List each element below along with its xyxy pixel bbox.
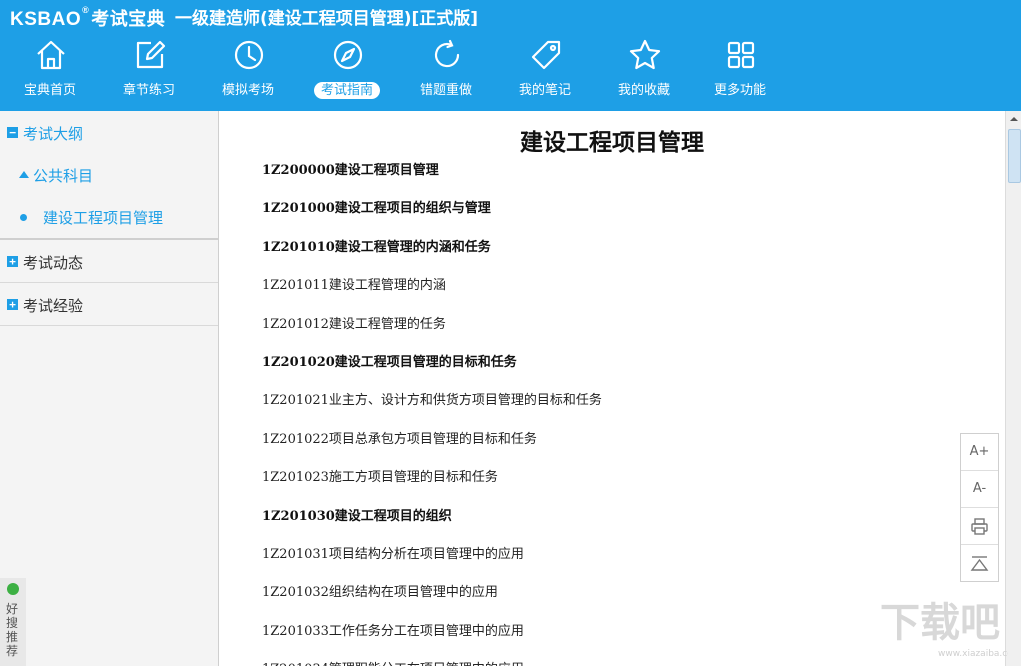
compass-icon xyxy=(333,40,363,70)
document-line: 1Z201030建设工程项目的组织 xyxy=(262,508,452,524)
title-bar: KSBAO® 考试宝典 一级建造师(建设工程项目管理)[正式版] xyxy=(0,0,1021,32)
printer-icon xyxy=(971,518,988,535)
haosou-recommend-widget[interactable]: 好搜推荐 xyxy=(0,578,26,666)
document-line: 1Z201012建设工程管理的任务 xyxy=(262,316,446,332)
sidebar-group-label: 公共科目 xyxy=(33,167,94,185)
home-icon xyxy=(37,40,65,70)
document-line: 1Z201021业主方、设计方和供货方项目管理的目标和任务 xyxy=(262,393,602,409)
document-line: 1Z201032组织结构在项目管理中的应用 xyxy=(262,585,498,601)
expand-icon[interactable]: + xyxy=(7,256,18,267)
app-header: KSBAO® 考试宝典 一级建造师(建设工程项目管理)[正式版] 宝典首页 章节练… xyxy=(0,0,1021,111)
nav-chapter-practice[interactable]: 章节练习 xyxy=(104,34,194,106)
brand-cn: 考试宝典 xyxy=(91,9,166,29)
registered-mark: ® xyxy=(82,5,90,15)
haosou-logo-icon xyxy=(7,583,19,595)
nav-mock-exam-label: 模拟考场 xyxy=(221,83,274,98)
edit-icon xyxy=(136,40,166,69)
nav-redo-mistakes-label: 错题重做 xyxy=(419,83,472,98)
sidebar-section-label: 考试大纲 xyxy=(23,125,84,143)
grid-icon xyxy=(727,41,755,69)
nav-home-label: 宝典首页 xyxy=(23,83,76,98)
nav-my-favorites[interactable]: 我的收藏 xyxy=(599,34,689,106)
document-line: 1Z201034管理职能分工在项目管理中的应用 xyxy=(262,658,524,666)
document-line: 1Z200000建设工程项目管理 xyxy=(262,163,439,178)
sidebar-item-project-management[interactable]: 建设工程项目管理 xyxy=(0,205,218,229)
triangle-up-icon xyxy=(19,171,29,178)
xiazaiba-watermark: 下载吧 www.xiazaiba.com xyxy=(880,600,1008,658)
document-line: 1Z201031项目结构分析在项目管理中的应用 xyxy=(262,547,524,562)
sidebar-group-public[interactable]: 公共科目 xyxy=(0,163,218,187)
sidebar-section-experience[interactable]: + 考试经验 xyxy=(0,293,218,317)
watermark-url: www.xiazaiba.com xyxy=(938,649,1008,658)
sidebar-item-label: 建设工程项目管理 xyxy=(43,209,164,227)
tag-icon xyxy=(531,40,561,70)
haosou-recommend-label: 好搜推荐 xyxy=(6,602,19,658)
nav-my-notes[interactable]: 我的笔记 xyxy=(500,34,590,106)
nav-my-notes-label: 我的笔记 xyxy=(518,83,571,98)
brand-latin: KSBAO xyxy=(10,9,82,30)
reading-tools: A+ A- xyxy=(960,433,999,582)
sidebar-section-news[interactable]: + 考试动态 xyxy=(0,250,218,274)
document-title: 建设工程项目管理 xyxy=(520,130,704,156)
collapse-icon[interactable]: − xyxy=(7,127,18,138)
nav-home[interactable]: 宝典首页 xyxy=(5,34,95,106)
document-line: 1Z201000建设工程项目的组织与管理 xyxy=(262,201,491,217)
back-to-top-button[interactable] xyxy=(961,545,998,581)
document-line: 1Z201023施工方项目管理的目标和任务 xyxy=(262,470,498,486)
main-nav: 宝典首页 章节练习 模拟考场 考试指南 错题重做 我的笔记 我的收藏 更多功能 xyxy=(0,34,800,106)
app-title: 一级建造师(建设工程项目管理)[正式版] xyxy=(175,9,479,29)
document-pane: 建设工程项目管理 1Z200000建设工程项目管理 1Z201000建设工程项目的… xyxy=(219,111,1005,666)
vertical-scrollbar[interactable] xyxy=(1005,111,1021,666)
document-line: 1Z201022项目总承包方项目管理的目标和任务 xyxy=(262,431,537,447)
nav-more-features[interactable]: 更多功能 xyxy=(695,34,785,106)
scrollbar-thumb[interactable] xyxy=(1008,129,1021,183)
bullet-icon xyxy=(20,214,27,221)
divider xyxy=(0,325,218,326)
sidebar: − 考试大纲 公共科目 建设工程项目管理 + 考试动态 + 考试经验 xyxy=(0,111,219,666)
back-to-top-icon xyxy=(970,556,989,571)
print-button[interactable] xyxy=(961,508,998,545)
refresh-icon xyxy=(434,39,460,68)
scroll-up-arrow-icon[interactable] xyxy=(1008,113,1020,125)
expand-icon[interactable]: + xyxy=(7,299,18,310)
sidebar-section-label: 考试经验 xyxy=(23,297,84,315)
document-line: 1Z201033工作任务分工在项目管理中的应用 xyxy=(262,623,524,639)
clock-icon xyxy=(234,40,264,70)
nav-exam-guide[interactable]: 考试指南 xyxy=(302,34,392,106)
document-line: 1Z201011建设工程管理的内涵 xyxy=(262,278,446,294)
divider xyxy=(0,282,218,283)
sidebar-section-syllabus[interactable]: − 考试大纲 xyxy=(0,121,218,145)
nav-chapter-practice-label: 章节练习 xyxy=(122,83,175,98)
document-line: 1Z201020建设工程项目管理的目标和任务 xyxy=(262,355,517,370)
brand-logo: KSBAO® 考试宝典 xyxy=(10,5,166,30)
font-increase-button[interactable]: A+ xyxy=(961,434,998,471)
sidebar-section-label: 考试动态 xyxy=(23,254,84,272)
nav-redo-mistakes[interactable]: 错题重做 xyxy=(401,34,491,106)
nav-exam-guide-label: 考试指南 xyxy=(313,82,380,99)
document-line: 1Z201010建设工程管理的内涵和任务 xyxy=(262,239,491,255)
font-decrease-button[interactable]: A- xyxy=(961,471,998,508)
nav-my-favorites-label: 我的收藏 xyxy=(617,83,670,98)
watermark-text: 下载吧 xyxy=(880,600,1000,646)
divider xyxy=(0,238,218,240)
nav-more-features-label: 更多功能 xyxy=(713,83,766,98)
nav-mock-exam[interactable]: 模拟考场 xyxy=(203,34,293,106)
star-icon xyxy=(629,39,661,70)
